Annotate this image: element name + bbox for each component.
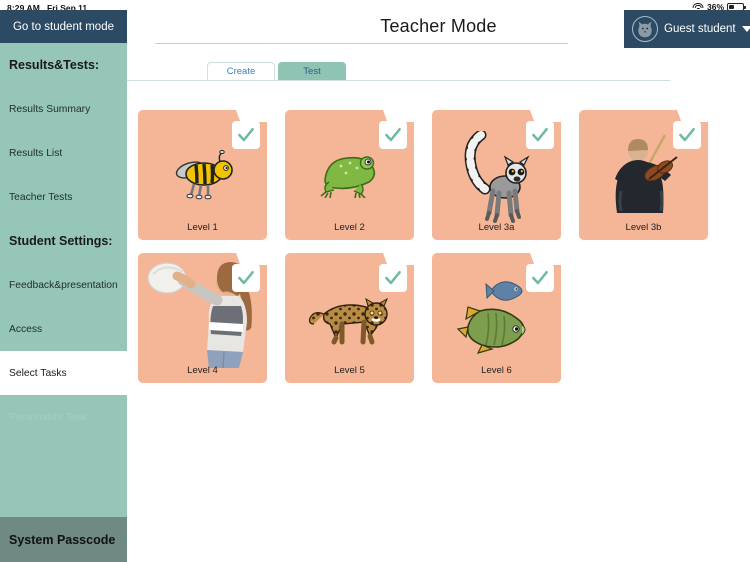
level-card-row-1: Level 1 Level 2 Level 3a Level 3b [138, 110, 750, 240]
level-card-5[interactable]: Level 5 [285, 253, 414, 383]
level-card-1[interactable]: Level 1 [138, 110, 267, 240]
level-2-checkbox[interactable] [379, 121, 407, 149]
sidebar-item-personalize-task: Personalize Task [9, 411, 87, 423]
sidebar-item-select-tasks[interactable]: Select Tasks [0, 351, 127, 395]
mode-tabs: Create Test [207, 62, 346, 80]
sidebar: Go to student mode Results&Tests: Result… [0, 10, 127, 562]
sidebar-section-student-settings: Student Settings: [9, 234, 113, 248]
level-6-checkbox[interactable] [526, 264, 554, 292]
sidebar-item-access[interactable]: Access [0, 307, 127, 351]
go-to-student-mode-button[interactable]: Go to student mode [0, 10, 127, 43]
teacher-mode-app: 8:29 AM Fri Sep 11 36% Go to student mod… [0, 0, 750, 562]
sidebar-item-results-list[interactable]: Results List [0, 131, 127, 175]
sidebar-item-feedback-presentation[interactable]: Feedback&presentation [0, 263, 127, 307]
sidebar-item-teacher-tests[interactable]: Teacher Tests [0, 175, 127, 219]
level-card-6[interactable]: Level 6 [432, 253, 561, 383]
level-4-label: Level 4 [187, 365, 218, 376]
level-card-3a[interactable]: Level 3a [432, 110, 561, 240]
level-card-2[interactable]: Level 2 [285, 110, 414, 240]
chevron-down-icon[interactable] [741, 26, 750, 32]
sidebar-item-results-summary[interactable]: Results Summary [0, 87, 127, 131]
cat-avatar-icon [632, 16, 658, 42]
level-5-checkbox[interactable] [379, 264, 407, 292]
level-3b-label: Level 3b [625, 222, 662, 233]
level-card-grid: Level 1 Level 2 Level 3a Level 3b Level … [138, 110, 750, 396]
guest-student-label: Guest student [664, 23, 736, 35]
level-3a-checkbox[interactable] [526, 121, 554, 149]
level-1-label: Level 1 [187, 222, 218, 233]
level-card-4[interactable]: Level 4 [138, 253, 267, 383]
level-6-label: Level 6 [481, 365, 512, 376]
header-divider [155, 43, 568, 44]
level-3b-checkbox[interactable] [673, 121, 701, 149]
tab-create[interactable]: Create [207, 62, 275, 80]
guest-student-button[interactable]: Guest student [624, 10, 750, 48]
sidebar-section-results-tests: Results&Tests: [9, 58, 100, 72]
level-1-checkbox[interactable] [232, 121, 260, 149]
level-4-checkbox[interactable] [232, 264, 260, 292]
system-passcode-button[interactable]: System Passcode [0, 517, 127, 562]
level-card-row-2: Level 4 Level 5 Level 6 [138, 253, 750, 383]
tab-test[interactable]: Test [278, 62, 346, 80]
level-5-label: Level 5 [334, 365, 365, 376]
level-3a-label: Level 3a [478, 222, 515, 233]
tabs-divider [127, 80, 670, 81]
level-2-label: Level 2 [334, 222, 365, 233]
header: Teacher Mode Guest student [127, 10, 750, 48]
level-card-3b[interactable]: Level 3b [579, 110, 708, 240]
